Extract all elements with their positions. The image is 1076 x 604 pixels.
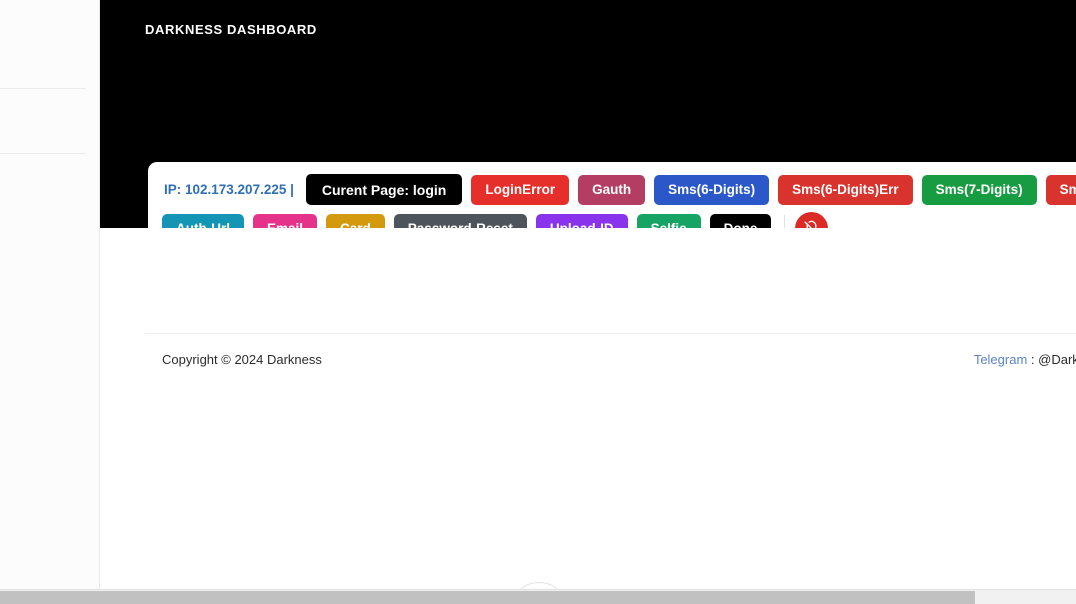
client-ip-label: IP: 102.173.207.225 |	[164, 182, 294, 197]
telegram-contact: Telegram : @Dark_	[974, 352, 1076, 367]
horizontal-scrollbar[interactable]	[0, 589, 1076, 604]
telegram-link[interactable]: Telegram	[974, 352, 1027, 367]
button-sms-7-digits[interactable]: Sms(7-Digits)	[921, 174, 1037, 205]
left-rail-panel	[0, 0, 100, 590]
copyright-text: Copyright © 2024 Darkness	[162, 352, 322, 367]
page-title: DARKNESS DASHBOARD	[145, 22, 317, 37]
horizontal-scrollbar-thumb[interactable]	[0, 591, 975, 604]
footer: Copyright © 2024 Darkness Telegram : @Da…	[145, 346, 1076, 376]
button-sms-6-digits-error[interactable]: Sms(6-Digits)Err	[778, 174, 913, 205]
telegram-separator: :	[1027, 352, 1039, 367]
rail-divider-top	[0, 88, 86, 89]
button-sms-7-digits-error[interactable]: Sms(7-Digits)E	[1045, 174, 1076, 205]
rail-divider-bottom	[0, 153, 86, 154]
main-column: DARKNESS DASHBOARD IP: 102.173.207.225 |…	[100, 0, 1076, 590]
telegram-handle: @Dark_	[1038, 352, 1076, 367]
button-gauth[interactable]: Gauth	[578, 174, 646, 205]
app-root: DARKNESS DASHBOARD IP: 102.173.207.225 |…	[0, 0, 1076, 604]
control-button-row-1: IP: 102.173.207.225 | Curent Page: login…	[148, 174, 1076, 205]
button-sms-6-digits[interactable]: Sms(6-Digits)	[654, 174, 770, 205]
footer-divider	[145, 333, 1076, 334]
button-login-error[interactable]: LoginError	[471, 174, 570, 205]
content-area: Copyright © 2024 Darkness Telegram : @Da…	[100, 228, 1076, 590]
current-page-badge[interactable]: Curent Page: login	[305, 174, 463, 205]
